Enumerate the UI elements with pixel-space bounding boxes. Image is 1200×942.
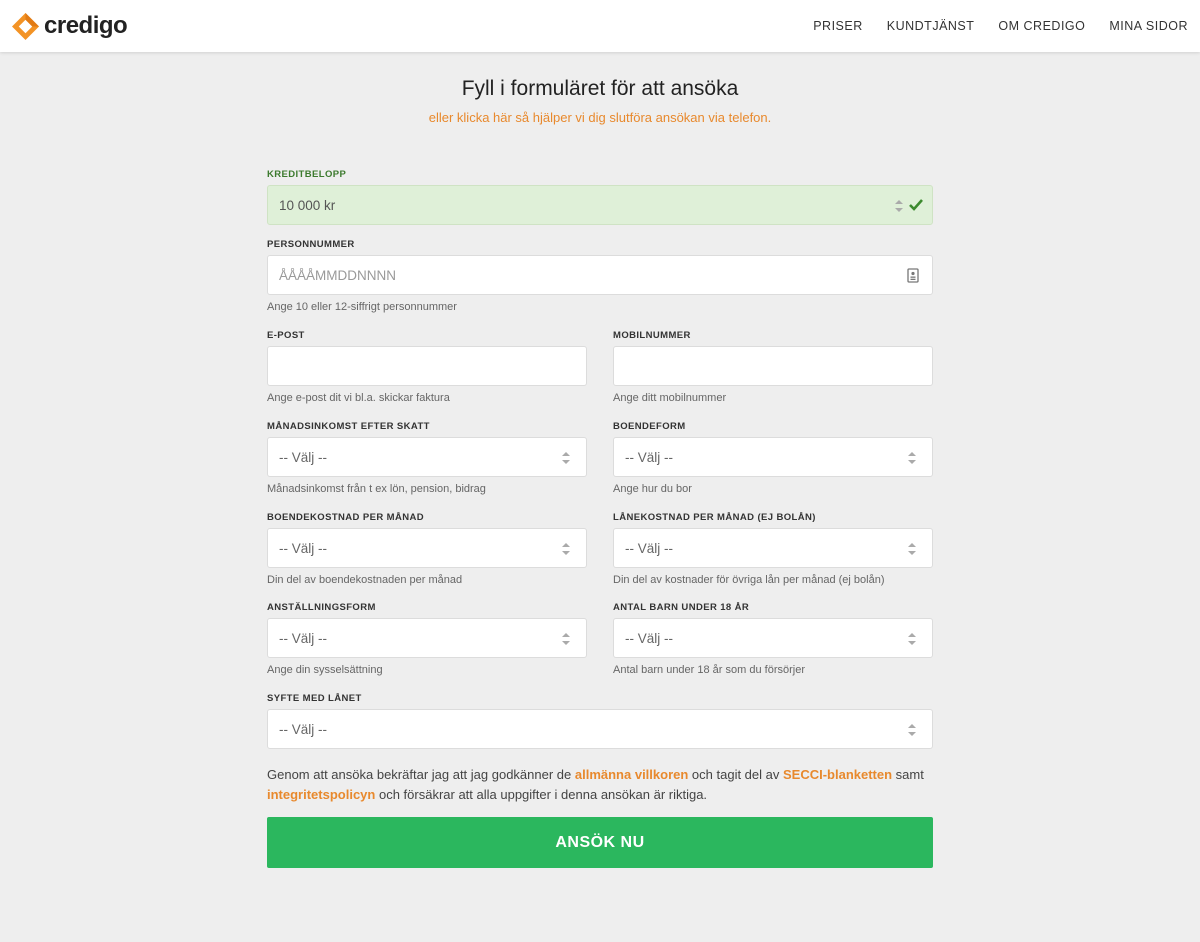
logo-text: credigo (44, 12, 128, 39)
housing-value: -- Välj -- (625, 449, 673, 465)
updown-icon (562, 633, 570, 645)
nav-kundtjanst[interactable]: KUNDTJÄNST (887, 19, 975, 33)
employment-hint: Ange din sysselsättning (267, 664, 383, 676)
income-label: MÅNADSINKOMST EFTER SKATT (267, 421, 430, 432)
email-hint: Ange e-post dit vi bl.a. skickar faktura (267, 392, 450, 404)
employment-label: ANSTÄLLNINGSFORM (267, 602, 376, 613)
id-card-icon (907, 268, 919, 283)
nav-mina-sidor[interactable]: MINA SIDOR (1109, 19, 1188, 33)
check-icon (909, 199, 923, 211)
terms-text-4: och försäkrar att alla uppgifter i denna… (375, 787, 708, 802)
logo-icon (12, 12, 39, 40)
loan-cost-label: LÅNEKOSTNAD PER MÅNAD (EJ BOLÅN) (613, 512, 816, 523)
main-nav: PRISER KUNDTJÄNST OM CREDIGO MINA SIDOR (789, 0, 1188, 52)
loan-cost-value: -- Välj -- (625, 540, 673, 556)
amount-value: 10 000 kr (279, 197, 336, 213)
children-hint: Antal barn under 18 år som du försörjer (613, 664, 805, 676)
loan-cost-hint: Din del av kostnader för övriga lån per … (613, 574, 885, 586)
loan-cost-select[interactable]: -- Välj -- (613, 528, 933, 568)
apply-button[interactable]: ANSÖK NU (267, 817, 933, 868)
nav-om-credigo[interactable]: OM CREDIGO (998, 19, 1085, 33)
updown-icon (908, 724, 916, 736)
updown-icon (895, 200, 903, 212)
mobile-hint: Ange ditt mobilnummer (613, 392, 727, 404)
updown-icon (908, 452, 916, 464)
housing-cost-hint: Din del av boendekostnaden per månad (267, 574, 463, 586)
terms-link[interactable]: allmänna villkoren (575, 767, 688, 782)
income-select[interactable]: -- Välj -- (267, 437, 587, 477)
income-hint: Månadsinkomst från t ex lön, pension, bi… (267, 483, 486, 495)
housing-cost-value: -- Välj -- (279, 540, 327, 556)
housing-label: BOENDEFORM (613, 421, 686, 432)
children-value: -- Välj -- (625, 630, 673, 646)
employment-select[interactable]: -- Välj -- (267, 618, 587, 658)
updown-icon (908, 543, 916, 555)
ssn-label: PERSONNUMMER (267, 239, 355, 250)
housing-hint: Ange hur du bor (613, 483, 692, 495)
employment-value: -- Välj -- (279, 630, 327, 646)
housing-cost-label: BOENDEKOSTNAD PER MÅNAD (267, 512, 424, 523)
logo[interactable]: credigo (12, 11, 128, 41)
updown-icon (562, 452, 570, 464)
children-select[interactable]: -- Välj -- (613, 618, 933, 658)
nav-priser[interactable]: PRISER (813, 19, 863, 33)
housing-select[interactable]: -- Välj -- (613, 437, 933, 477)
children-label: ANTAL BARN UNDER 18 ÅR (613, 602, 750, 613)
email-label: E-POST (267, 330, 305, 341)
ssn-hint: Ange 10 eller 12-siffrigt personnummer (267, 301, 457, 313)
purpose-label: SYFTE MED LÅNET (267, 693, 362, 704)
mobile-label: MOBILNUMMER (613, 330, 691, 341)
secci-link[interactable]: SECCI-blanketten (783, 767, 892, 782)
ssn-placeholder: ÅÅÅÅMMDDNNNN (279, 267, 397, 283)
purpose-select[interactable]: -- Välj -- (267, 709, 933, 749)
terms-text-2: och tagit del av (688, 767, 783, 782)
amount-label: KREDITBELOPP (267, 169, 347, 180)
housing-cost-select[interactable]: -- Välj -- (267, 528, 587, 568)
privacy-link[interactable]: integritetspolicyn (267, 787, 375, 802)
terms-text-3: samt (892, 767, 924, 782)
email-field[interactable] (267, 346, 587, 386)
amount-select[interactable]: 10 000 kr (267, 185, 933, 225)
site-header: credigo PRISER KUNDTJÄNST OM CREDIGO MIN… (0, 0, 1200, 52)
updown-icon (908, 633, 916, 645)
purpose-value: -- Välj -- (279, 721, 327, 737)
mobile-field[interactable] (613, 346, 933, 386)
terms-text: Genom att ansöka bekräftar jag att jag g… (267, 765, 933, 805)
phone-help-link[interactable]: eller klicka här så hjälper vi dig slutf… (0, 110, 1200, 125)
terms-text-1: Genom att ansöka bekräftar jag att jag g… (267, 767, 575, 782)
updown-icon (562, 543, 570, 555)
page-title: Fyll i formuläret för att ansöka (461, 77, 739, 100)
ssn-field[interactable]: ÅÅÅÅMMDDNNNN (267, 255, 933, 295)
income-value: -- Välj -- (279, 449, 327, 465)
